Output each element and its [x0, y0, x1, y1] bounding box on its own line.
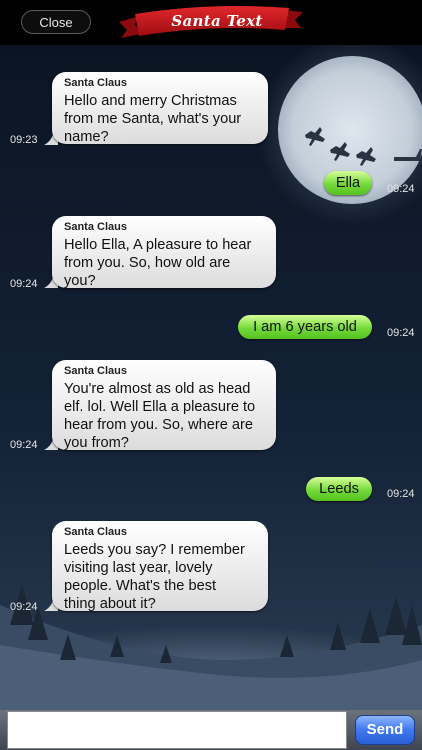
message-santa: Santa Claus Hello and merry Christmas fr…: [52, 72, 268, 145]
message-user: Leeds: [306, 477, 372, 501]
message-santa: Santa Claus Hello Ella, A pleasure to he…: [52, 216, 276, 289]
message-user: I am 6 years old: [238, 315, 372, 339]
message-time: 09:24: [10, 439, 38, 451]
message-line: from me Santa, what's your: [64, 111, 242, 127]
message-line: name?: [64, 129, 109, 145]
message-time: 09:24: [10, 278, 38, 290]
message-input[interactable]: [7, 711, 347, 749]
message-line: hear from you. So, where are: [64, 417, 253, 433]
message-line: You're almost as old as head: [64, 381, 251, 397]
app-title: Santa Text: [171, 12, 263, 30]
close-button[interactable]: Close: [21, 10, 91, 34]
message-user: Ella: [324, 171, 372, 195]
message-time: 09:24: [387, 183, 415, 195]
message-time: 09:23: [10, 134, 38, 146]
message-line: Leeds you say? I remember: [64, 542, 245, 558]
top-bar: Close Santa Text: [0, 0, 422, 45]
message-line: people. What's the best: [64, 578, 217, 594]
message-time: 09:24: [387, 327, 415, 339]
message-line: elf. lol. Well Ella a pleasure to: [64, 399, 256, 415]
message-line: visiting last year, lovely: [64, 560, 213, 576]
sender-name: Santa Claus: [64, 365, 127, 377]
message-line: Hello Ella, A pleasure to hear: [64, 237, 252, 253]
send-button[interactable]: Send: [355, 715, 415, 745]
message-line: from you. So, how old are: [64, 255, 231, 271]
sender-name: Santa Claus: [64, 526, 127, 538]
sender-name: Santa Claus: [64, 221, 127, 233]
message-time: 09:24: [387, 488, 415, 500]
message-line: you from?: [64, 435, 129, 451]
message-line: thing about it?: [64, 596, 156, 612]
message-line: Hello and merry Christmas: [64, 93, 237, 109]
message-santa: Santa Claus You're almost as old as head…: [52, 360, 276, 451]
sender-name: Santa Claus: [64, 77, 127, 89]
chat-thread[interactable]: Santa Claus Hello and merry Christmas fr…: [0, 45, 422, 710]
message-line: you?: [64, 273, 96, 289]
composer-bar: Send: [0, 710, 422, 750]
message-time: 09:24: [10, 601, 38, 613]
message-santa: Santa Claus Leeds you say? I remember vi…: [52, 521, 268, 612]
